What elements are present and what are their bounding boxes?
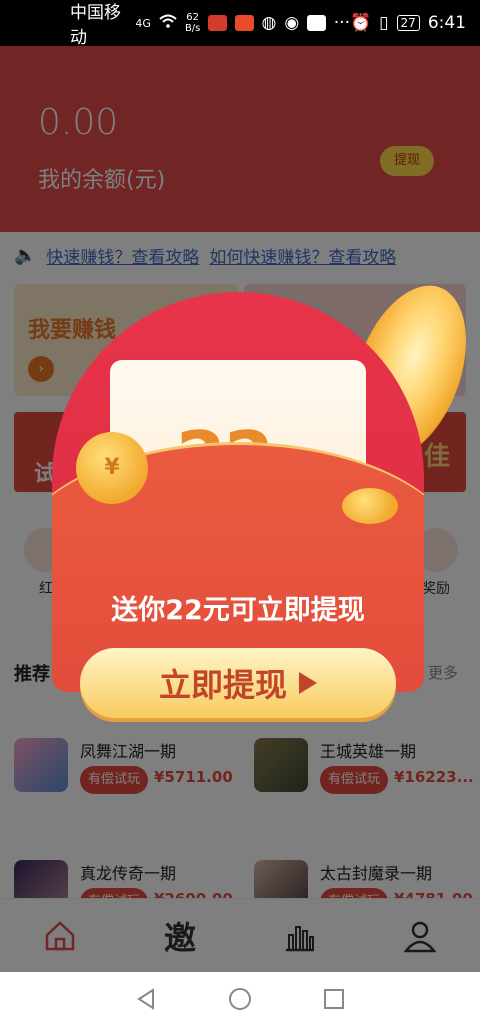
net-speed: 62 B/s: [185, 12, 200, 34]
signal-icon: 4G: [135, 16, 151, 30]
withdraw-now-label: 立即提现: [158, 666, 287, 704]
carrier-name: 中国移动: [70, 3, 121, 48]
red-packet-modal: 22 元 ¥ 送你22元可立即提现 立即提现: [52, 269, 480, 722]
packet-message: 送你22元可立即提现: [111, 595, 365, 626]
battery-icon: 27: [396, 15, 420, 31]
clock: 6:41: [427, 13, 466, 33]
status-left: 中国移动 4G 62 B/s ◍ ◉ ···: [70, 0, 350, 48]
net-speed-value: 62: [186, 12, 200, 23]
app-notification-icon: [234, 15, 254, 31]
home-circle-icon[interactable]: [228, 987, 252, 1011]
alarm-icon: ⏰: [350, 13, 372, 33]
status-right: ⏰ ▯ 27 6:41: [350, 13, 466, 33]
chart-app-icon: [307, 15, 326, 31]
play-icon: [299, 672, 317, 694]
wechat-icon: ◉: [284, 13, 300, 33]
withdraw-now-button[interactable]: 立即提现: [80, 648, 396, 718]
recents-icon[interactable]: [323, 988, 345, 1010]
wifi-icon: [159, 13, 177, 33]
coin-icon: [342, 488, 398, 524]
back-icon[interactable]: [135, 988, 157, 1010]
vibrate-icon: ▯: [379, 13, 389, 33]
app-notification-icon: [208, 15, 227, 31]
coin-icon: ¥: [76, 432, 148, 504]
more-notifications-icon: ···: [333, 13, 350, 33]
yuan-icon: ¥: [104, 455, 120, 480]
status-bar: 中国移动 4G 62 B/s ◍ ◉ ··· ⏰ ▯ 27 6:41: [0, 0, 480, 48]
net-speed-unit: B/s: [184, 23, 201, 34]
browser-icon: ◍: [261, 13, 277, 33]
system-nav-bar: [0, 972, 480, 1026]
